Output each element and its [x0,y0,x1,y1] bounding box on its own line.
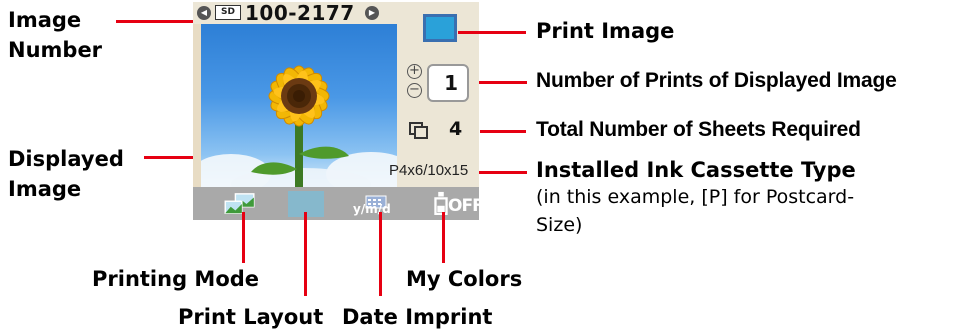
previous-arrow-icon[interactable]: ◀ [197,6,211,20]
bottom-bar: y/m/d OFF [193,187,479,220]
leader-print-layout [304,212,307,296]
label-date-imprint: Date Imprint [342,305,493,329]
lcd-screen: ◀ SD 100-2177 ▶ + − 1 4 P4x6/10x15 y/m/d… [193,2,479,220]
label-image-number-line1: Image [8,8,82,32]
print-count-value[interactable]: 1 [427,64,469,102]
displayed-image [201,24,397,187]
label-image-number-line2: Number [8,38,103,62]
date-imprint-value[interactable]: y/m/d [353,202,391,216]
leader-number-of-prints [479,81,527,84]
info-panel: + − 1 4 P4x6/10x15 [389,2,479,187]
label-displayed-image: Displayed Image [8,146,124,202]
leader-total-sheets [480,130,526,133]
leader-my-colors [442,212,445,263]
print-image-icon[interactable] [423,14,457,42]
minus-icon[interactable]: − [407,83,422,98]
my-colors-icon[interactable] [433,191,449,215]
label-image-number: Image Number [8,7,102,63]
quantity-stepper[interactable]: + − [407,64,423,100]
label-number-of-prints: Number of Prints of Displayed Image [536,69,897,92]
label-print-image: Print Image [536,19,675,43]
ink-cassette-value: P4x6/10x15 [389,162,469,179]
printing-mode-icon[interactable] [223,192,257,216]
label-my-colors: My Colors [406,267,523,291]
label-displayed-image-line2: Image [8,177,82,201]
sunflower-photo [201,65,397,187]
plus-icon[interactable]: + [407,64,422,79]
leader-date-imprint [379,212,382,296]
image-number-value: 100-2177 [245,2,355,25]
label-total-sheets: Total Number of Sheets Required [536,118,861,141]
total-sheets-value: 4 [449,118,463,140]
label-ink-cassette-note-line1: (in this example, [P] for Postcard- [536,186,855,208]
label-ink-cassette-note-line2: Size) [536,214,583,236]
leader-printing-mode [242,212,245,263]
leader-ink-cassette [479,171,527,174]
label-ink-cassette-note: (in this example, [P] for Postcard- Size… [536,184,854,238]
label-ink-cassette-title: Installed Ink Cassette Type [536,158,856,182]
label-print-layout: Print Layout [178,305,324,329]
my-colors-value[interactable]: OFF [448,196,479,216]
sd-card-icon: SD [215,5,241,20]
leader-print-image [458,31,526,34]
top-bar: ◀ SD 100-2177 ▶ [193,2,397,25]
label-displayed-image-line1: Displayed [8,147,124,171]
sheets-icon [409,122,428,139]
label-printing-mode: Printing Mode [92,267,260,291]
next-arrow-icon[interactable]: ▶ [365,6,379,20]
